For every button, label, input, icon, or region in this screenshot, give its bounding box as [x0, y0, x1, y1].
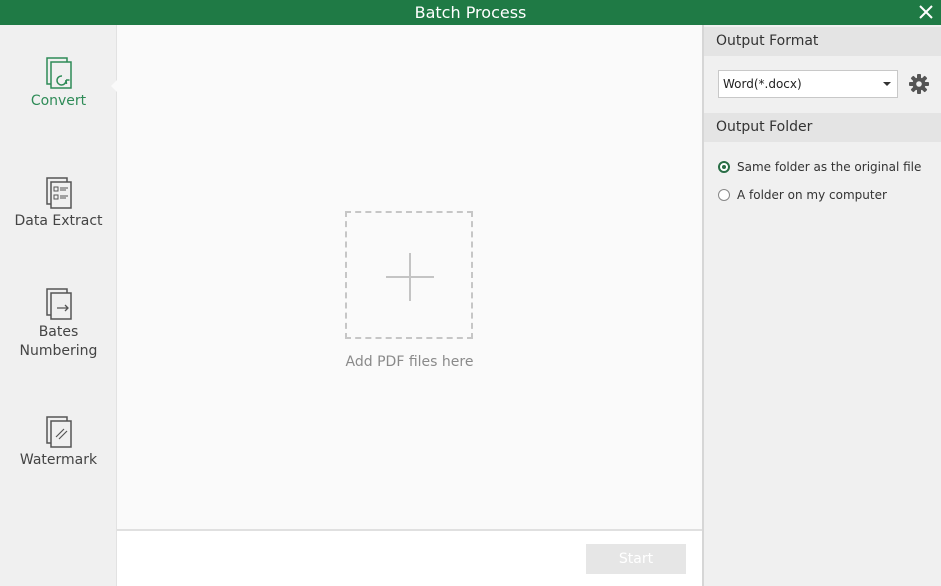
- bates-numbering-icon: [45, 288, 72, 320]
- output-format-heading: Output Format: [704, 27, 941, 56]
- radio-checked-icon[interactable]: [718, 161, 730, 173]
- caret-down-icon: [883, 82, 891, 86]
- add-files-label: Add PDF files here: [345, 354, 474, 370]
- sidebar-item-label: Watermark: [19, 452, 98, 468]
- radio-label: A folder on my computer: [737, 188, 887, 202]
- sidebar: Convert Data Extract Bates Numbering Wat…: [0, 25, 117, 586]
- sidebar-item-bates-numbering[interactable]: Bates Numbering: [0, 287, 117, 361]
- sidebar-item-watermark[interactable]: Watermark: [0, 415, 117, 470]
- title-bar: Batch Process: [0, 0, 941, 25]
- close-icon[interactable]: [917, 3, 935, 21]
- start-button[interactable]: Start: [586, 544, 686, 574]
- radio-same-folder[interactable]: Same folder as the original file: [718, 158, 921, 176]
- sidebar-item-label: Data Extract: [14, 213, 103, 229]
- gear-icon[interactable]: [908, 73, 930, 95]
- radio-custom-folder[interactable]: A folder on my computer: [718, 186, 887, 204]
- settings-panel: Output Format Word(*.docx) Output Folder…: [702, 25, 941, 586]
- radio-unchecked-icon[interactable]: [718, 189, 730, 201]
- sidebar-item-label: Bates Numbering: [19, 324, 98, 359]
- output-format-select[interactable]: Word(*.docx): [718, 70, 898, 98]
- output-format-value: Word(*.docx): [723, 77, 802, 91]
- sidebar-item-label: Convert: [30, 93, 87, 109]
- sidebar-item-data-extract[interactable]: Data Extract: [0, 176, 117, 231]
- watermark-icon: [45, 416, 72, 448]
- plus-icon: [409, 253, 411, 301]
- file-list-area: Add PDF files here Start: [117, 25, 702, 586]
- radio-label: Same folder as the original file: [737, 160, 922, 174]
- sidebar-item-convert[interactable]: Convert: [0, 56, 117, 111]
- convert-icon: [45, 57, 72, 89]
- data-extract-icon: [45, 177, 72, 209]
- output-folder-heading: Output Folder: [704, 113, 941, 142]
- add-files-dropzone[interactable]: [345, 211, 473, 339]
- window-title: Batch Process: [414, 3, 527, 22]
- action-bar: Start: [117, 529, 702, 586]
